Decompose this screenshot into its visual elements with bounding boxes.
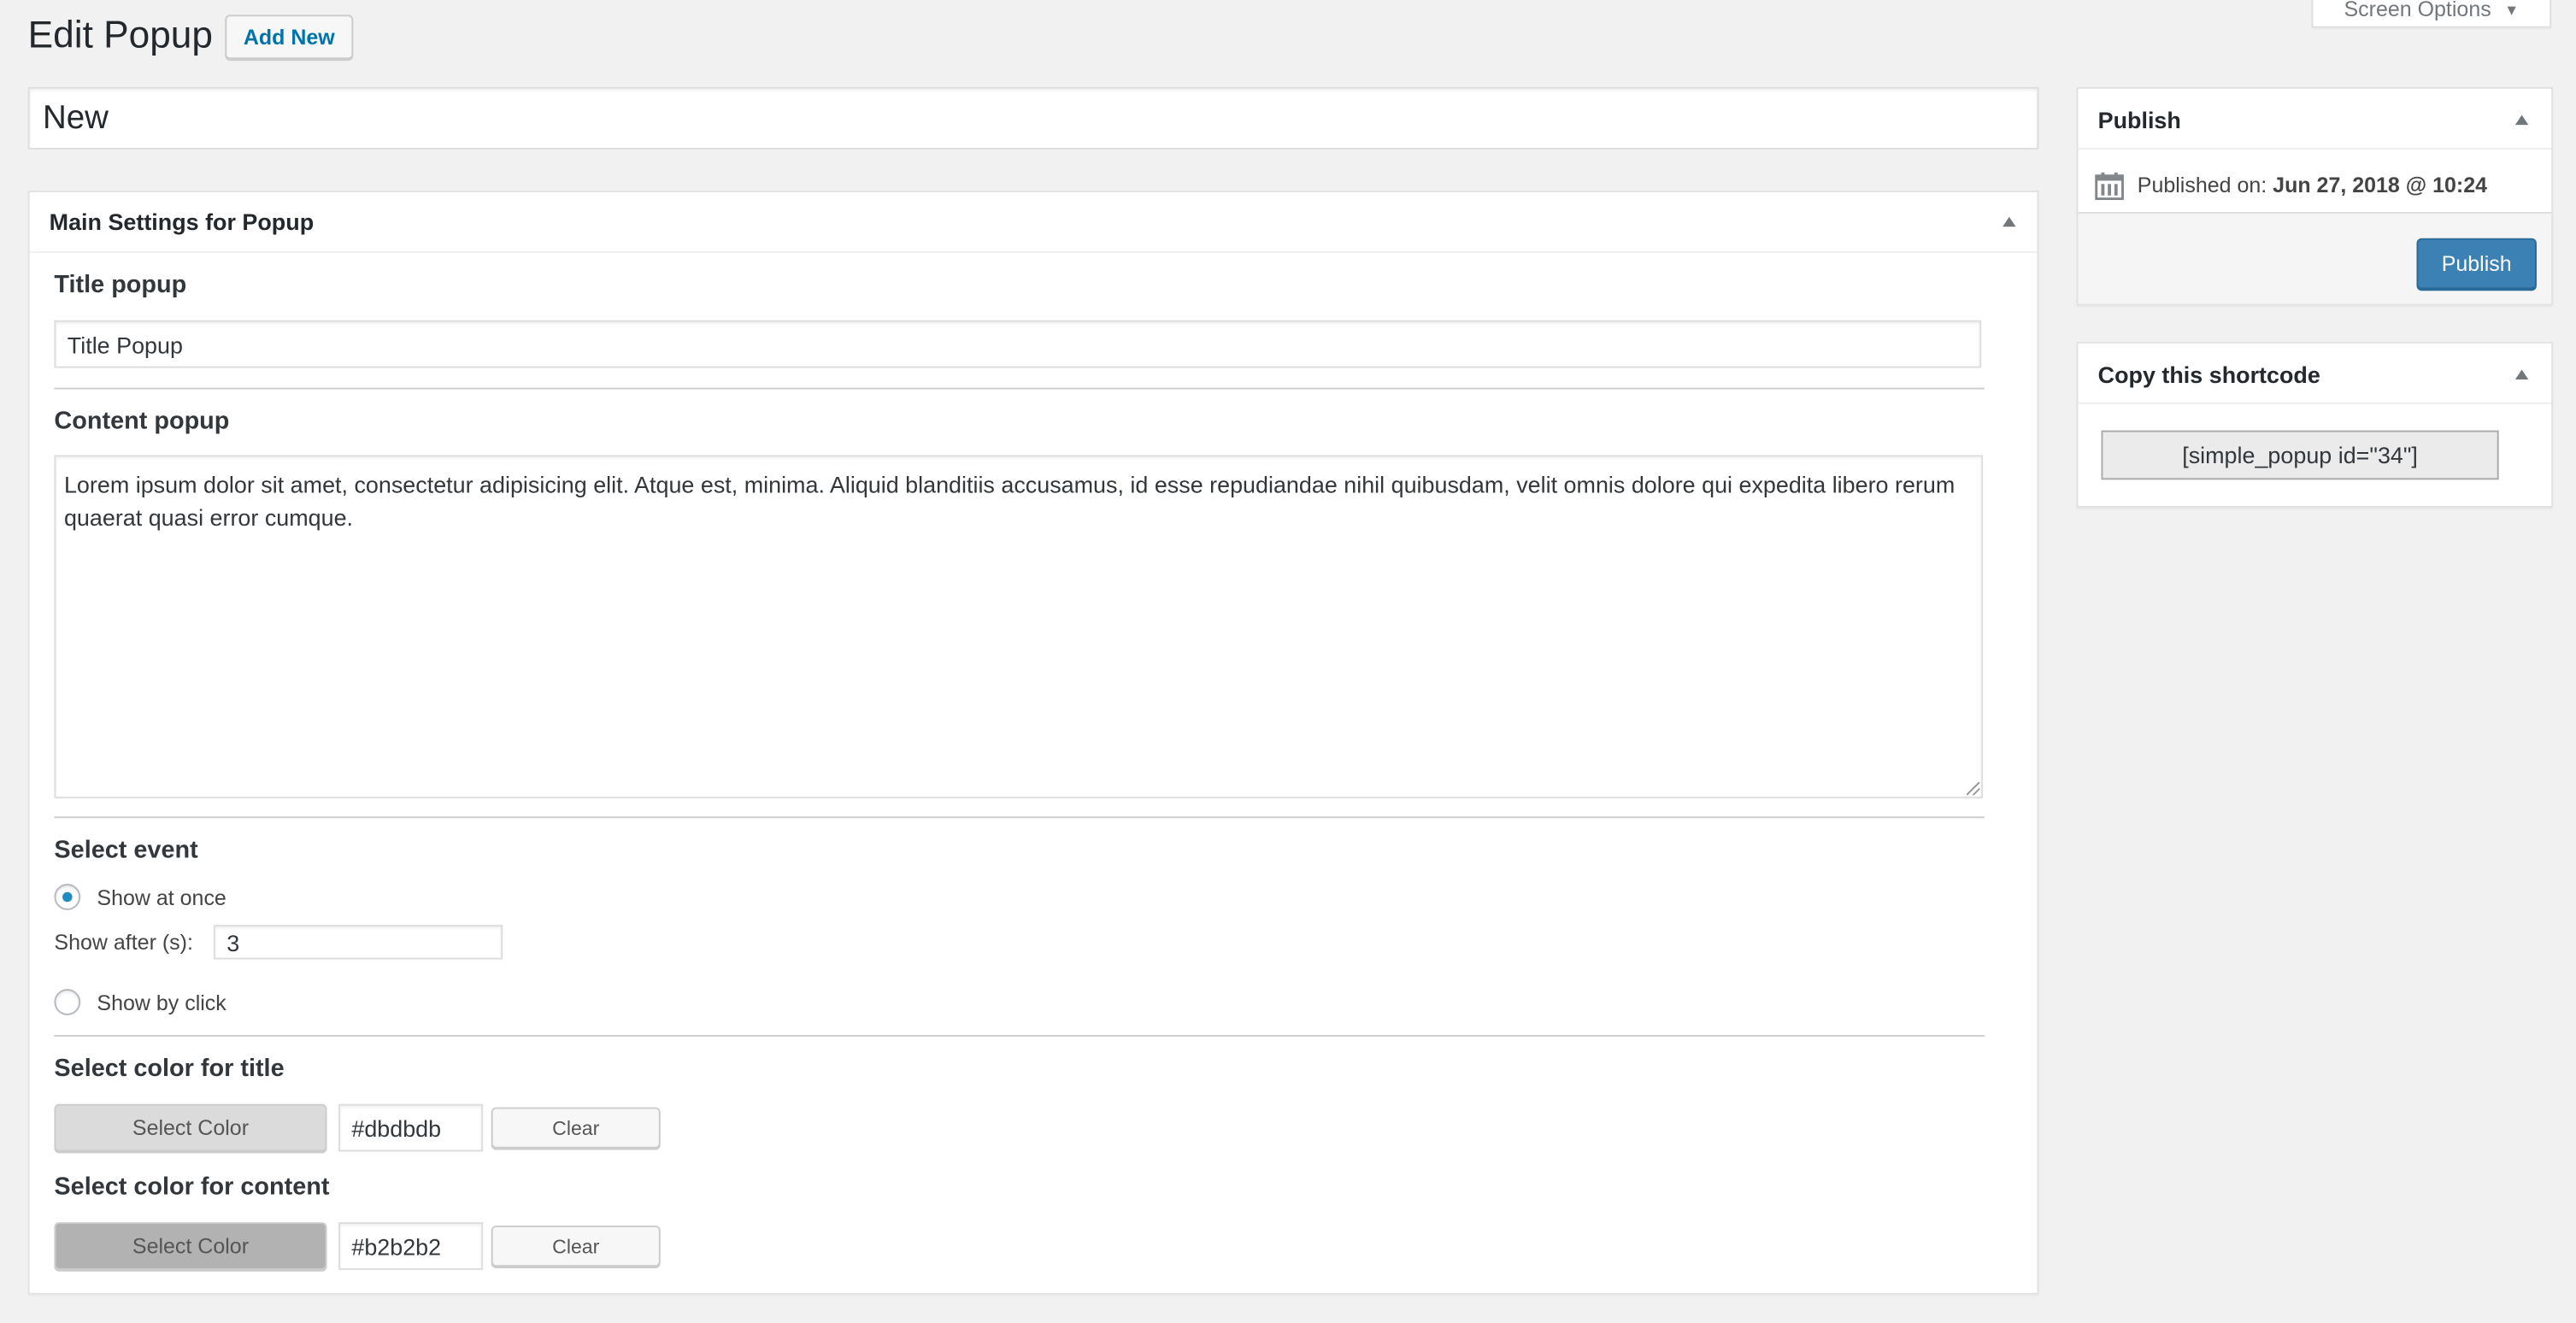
content-popup-label: Content popup [54,407,230,436]
content-popup-textarea[interactable]: Lorem ipsum dolor sit amet, consectetur … [54,455,1984,799]
shortcode-header[interactable]: Copy this shortcode [2078,344,2552,404]
publish-header[interactable]: Publish [2078,89,2552,150]
select-event-label: Select event [54,836,198,865]
main-settings-title: Main Settings for Popup [49,209,315,235]
radio-label: Show at once [97,885,226,910]
publish-actions: Publish [2078,211,2552,304]
resize-handle-icon[interactable] [1966,781,1980,796]
select-title-color-button[interactable]: Select Color [54,1103,327,1152]
radio-dot-icon [62,891,73,903]
clear-title-color-button[interactable]: Clear [491,1107,661,1149]
post-title-input[interactable]: New [27,86,2039,150]
content-color-input[interactable]: #b2b2b2 [338,1222,484,1270]
calendar-icon [2095,172,2124,201]
divider [54,387,1985,390]
screen-options-label: Screen Options [2344,0,2491,21]
add-new-button[interactable]: Add New [225,15,354,60]
collapse-arrow-icon[interactable] [2514,369,2529,380]
shortcode-field[interactable]: [simple_popup id="34"] [2101,430,2499,480]
page-title: Edit Popup [27,13,213,56]
clear-content-color-button[interactable]: Clear [491,1225,661,1267]
title-popup-label: Title popup [54,271,187,299]
published-on: Published on: Jun 27, 2018 @ 10:24 [2138,173,2487,197]
publish-title: Publish [2097,106,2181,133]
radio-show-by-click[interactable] [54,989,81,1015]
shortcode-box: Copy this shortcode [simple_popup id="34… [2076,341,2554,508]
title-color-input[interactable]: #dbdbdb [338,1103,484,1152]
content-color-label: Select color for content [54,1173,330,1202]
radio-label: Show by click [97,991,226,1015]
divider [54,1034,1985,1037]
caret-down-icon: ▼ [2504,0,2520,18]
show-after-label: Show after (s): [54,929,193,955]
collapse-arrow-icon[interactable] [2514,115,2529,126]
divider [54,816,1985,819]
shortcode-title: Copy this shortcode [2097,361,2320,388]
select-content-color-button[interactable]: Select Color [54,1222,327,1270]
radio-show-at-once[interactable] [54,884,81,910]
title-popup-input[interactable]: Title Popup [54,320,1982,368]
screen-options-button[interactable]: Screen Options ▼ [2311,0,2552,28]
main-settings-header[interactable]: Main Settings for Popup [29,192,2038,254]
collapse-arrow-icon[interactable] [2003,216,2016,227]
title-color-label: Select color for title [54,1055,285,1083]
published-on-label: Published on: [2137,172,2267,197]
publish-box: Publish Published on: Jun 27, 2018 @ 10:… [2076,86,2554,306]
publish-button[interactable]: Publish [2416,238,2537,290]
show-after-input[interactable]: 3 [213,925,503,960]
published-on-value: Jun 27, 2018 @ 10:24 [2273,172,2488,197]
